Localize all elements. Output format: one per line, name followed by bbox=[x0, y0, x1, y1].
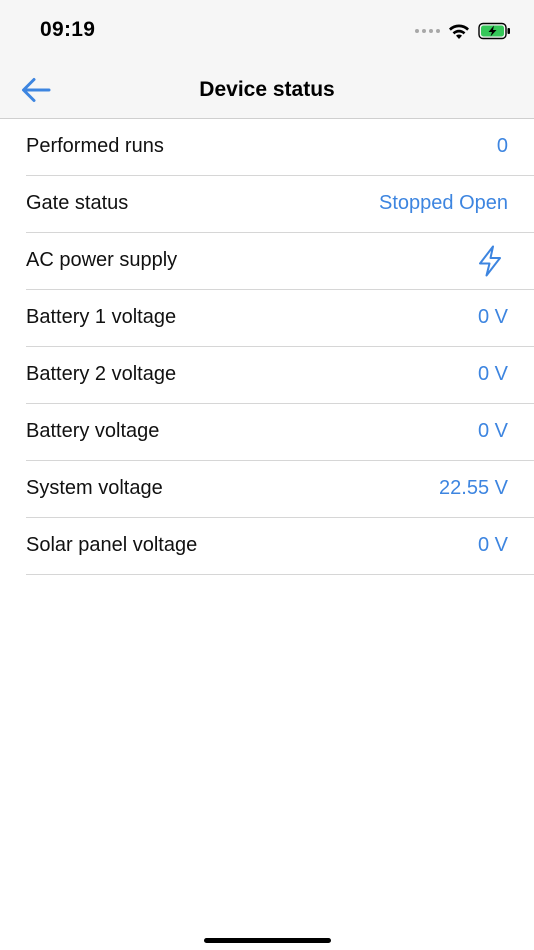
row-value: Stopped Open bbox=[379, 192, 508, 214]
row-label: Battery 2 voltage bbox=[26, 363, 177, 385]
list-item-solar-panel-voltage: Solar panel voltage 0 V bbox=[26, 518, 534, 575]
list-item-system-voltage: System voltage 22.55 V bbox=[26, 461, 534, 518]
battery-charging-icon bbox=[478, 22, 510, 40]
wifi-icon bbox=[449, 23, 469, 39]
home-indicator[interactable] bbox=[204, 938, 331, 943]
status-icons bbox=[415, 22, 512, 40]
row-value: 0 V bbox=[477, 534, 508, 556]
row-value: 0 V bbox=[477, 306, 508, 328]
row-value: 0 V bbox=[477, 420, 508, 442]
nav-bar: Device status bbox=[0, 62, 534, 119]
status-list: Performed runs 0 Gate status Stopped Ope… bbox=[0, 119, 534, 575]
row-label: Battery voltage bbox=[26, 420, 160, 442]
row-label: System voltage bbox=[26, 477, 163, 499]
list-item-performed-runs: Performed runs 0 bbox=[26, 119, 534, 176]
list-item-battery-1-voltage: Battery 1 voltage 0 V bbox=[26, 290, 534, 347]
row-label: Performed runs bbox=[26, 135, 164, 157]
row-value: 0 V bbox=[477, 363, 508, 385]
signal-dots-icon bbox=[415, 29, 440, 33]
list-item-ac-power-supply: AC power supply bbox=[26, 233, 534, 290]
row-value: 22.55 V bbox=[439, 477, 508, 499]
list-item-gate-status: Gate status Stopped Open bbox=[26, 176, 534, 233]
row-label: Gate status bbox=[26, 192, 129, 214]
row-value: 0 bbox=[496, 135, 508, 157]
lightning-bolt-icon bbox=[479, 245, 501, 277]
row-label: Battery 1 voltage bbox=[26, 306, 177, 328]
row-label: Solar panel voltage bbox=[26, 534, 198, 556]
status-time: 09:19 bbox=[40, 18, 96, 41]
status-bar: 09:19 bbox=[0, 0, 534, 62]
list-item-battery-voltage: Battery voltage 0 V bbox=[26, 404, 534, 461]
row-label: AC power supply bbox=[26, 249, 178, 271]
page-title: Device status bbox=[199, 78, 335, 101]
list-item-battery-2-voltage: Battery 2 voltage 0 V bbox=[26, 347, 534, 404]
